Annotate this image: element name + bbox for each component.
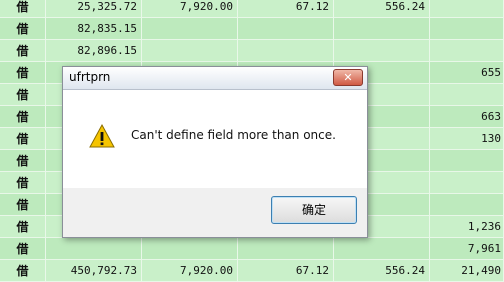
dialog-title: ufrtprn: [69, 70, 111, 84]
amount-cell[interactable]: [238, 40, 334, 62]
close-icon: ✕: [343, 71, 353, 84]
amount-cell[interactable]: 67.12: [238, 260, 334, 282]
direction-cell[interactable]: 借: [0, 260, 46, 282]
amount-cell[interactable]: [430, 84, 504, 106]
direction-cell[interactable]: 借: [0, 238, 46, 260]
amount-cell[interactable]: 7,920.00: [142, 260, 238, 282]
warning-icon: [89, 123, 115, 148]
amount-cell[interactable]: [142, 238, 238, 260]
amount-cell[interactable]: 1,236: [430, 216, 504, 238]
table-row[interactable]: 借 82,835.15: [0, 18, 504, 40]
direction-cell[interactable]: 借: [0, 172, 46, 194]
amount-cell[interactable]: 67.12: [238, 0, 334, 18]
amount-cell[interactable]: 7,920.00: [142, 0, 238, 18]
dialog-body: Can't define field more than once.: [63, 90, 367, 188]
direction-cell[interactable]: 借: [0, 18, 46, 40]
table-row[interactable]: 借 7,961: [0, 238, 504, 260]
amount-cell[interactable]: [430, 40, 504, 62]
dialog-titlebar[interactable]: ufrtprn ✕: [63, 67, 367, 90]
direction-cell[interactable]: 借: [0, 84, 46, 106]
amount-cell[interactable]: [334, 40, 430, 62]
amount-cell[interactable]: 21,490: [430, 260, 504, 282]
ok-button[interactable]: 确定: [271, 196, 357, 224]
amount-cell[interactable]: 663: [430, 106, 504, 128]
table-row[interactable]: 借 82,896.15: [0, 40, 504, 62]
table-row[interactable]: 借 25,325.72 7,920.00 67.12 556.24: [0, 0, 504, 18]
error-message: Can't define field more than once.: [131, 128, 336, 142]
amount-cell[interactable]: [430, 0, 504, 18]
close-button[interactable]: ✕: [333, 69, 363, 86]
amount-cell[interactable]: 25,325.72: [46, 0, 142, 18]
amount-cell[interactable]: [430, 150, 504, 172]
direction-cell[interactable]: 借: [0, 150, 46, 172]
amount-cell[interactable]: [430, 18, 504, 40]
amount-cell[interactable]: 450,792.73: [46, 260, 142, 282]
amount-cell[interactable]: 556.24: [334, 260, 430, 282]
direction-cell[interactable]: 借: [0, 128, 46, 150]
amount-cell[interactable]: [334, 18, 430, 40]
amount-cell[interactable]: 655: [430, 62, 504, 84]
amount-cell[interactable]: 130: [430, 128, 504, 150]
direction-cell[interactable]: 借: [0, 194, 46, 216]
amount-cell[interactable]: 556.24: [334, 0, 430, 18]
amount-cell[interactable]: [142, 18, 238, 40]
amount-cell[interactable]: 7,961: [430, 238, 504, 260]
amount-cell[interactable]: 82,896.15: [46, 40, 142, 62]
direction-cell[interactable]: 借: [0, 40, 46, 62]
error-dialog: ufrtprn ✕ Can't define field more than o…: [62, 66, 368, 238]
amount-cell[interactable]: [430, 172, 504, 194]
amount-cell[interactable]: [334, 238, 430, 260]
amount-cell[interactable]: 82,835.15: [46, 18, 142, 40]
direction-cell[interactable]: 借: [0, 62, 46, 84]
amount-cell[interactable]: [142, 40, 238, 62]
table-row[interactable]: 借 450,792.73 7,920.00 67.12 556.24 21,490: [0, 260, 504, 282]
amount-cell[interactable]: [46, 238, 142, 260]
direction-cell[interactable]: 借: [0, 106, 46, 128]
dialog-footer: 确定: [63, 188, 367, 237]
direction-cell[interactable]: 借: [0, 216, 46, 238]
amount-cell[interactable]: [430, 194, 504, 216]
direction-cell[interactable]: 借: [0, 0, 46, 18]
amount-cell[interactable]: [238, 18, 334, 40]
amount-cell[interactable]: [238, 238, 334, 260]
